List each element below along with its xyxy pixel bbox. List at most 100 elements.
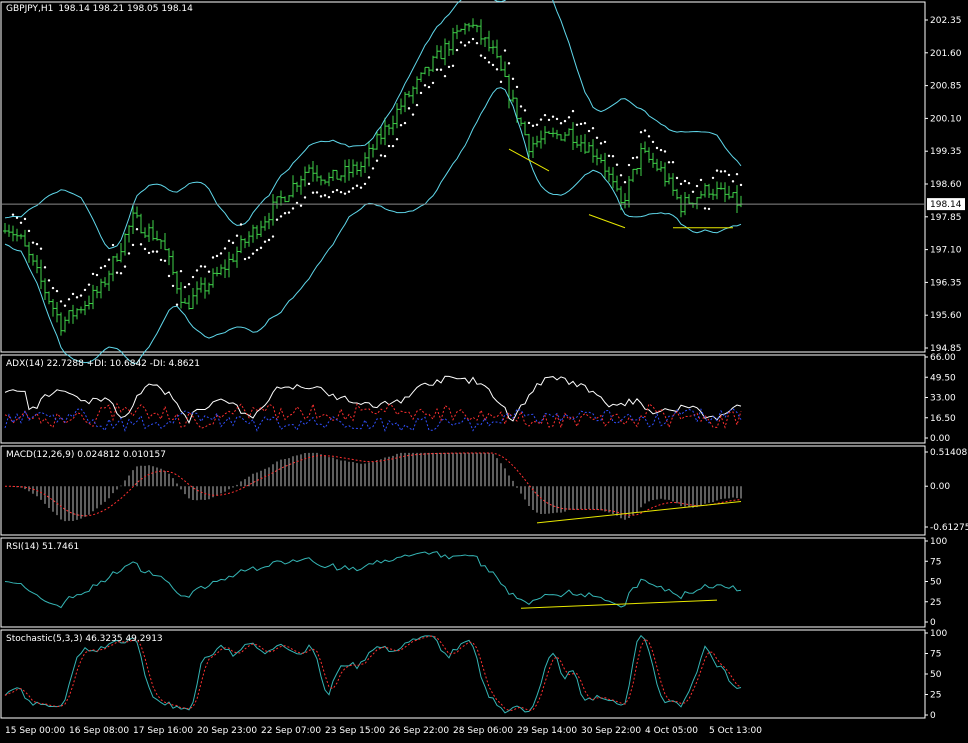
parabolic-sar-dot <box>67 298 71 301</box>
chart-window[interactable]: 202.35 201.60 200.85 200.10 199.35 198.60 197.… <box>0 0 968 739</box>
parabolic-sar-dot <box>23 217 27 221</box>
price-bar <box>551 127 555 138</box>
price-bar <box>331 169 335 181</box>
parabolic-sar-dot <box>495 68 499 71</box>
parabolic-sar-dot <box>531 124 535 128</box>
parabolic-sar-dot <box>31 241 35 244</box>
price-bar <box>735 185 739 213</box>
parabolic-sar-dot <box>59 300 63 303</box>
price-bar <box>323 179 327 185</box>
parabolic-sar-dot <box>367 176 371 179</box>
parabolic-sar-dot <box>111 243 115 247</box>
parabolic-sar-dot <box>79 294 83 297</box>
parabolic-sar-dot <box>683 179 687 183</box>
price-bar <box>51 299 55 317</box>
parabolic-sar-dot <box>407 107 411 110</box>
parabolic-sar-dot <box>631 156 635 160</box>
price-bar <box>695 196 699 210</box>
parabolic-sar-dot <box>423 84 427 87</box>
price-bar <box>211 268 215 288</box>
price-bar <box>447 40 451 56</box>
price-bar <box>279 190 283 206</box>
parabolic-sar-dot <box>195 269 199 272</box>
price-bar <box>555 129 559 140</box>
parabolic-sar-dot <box>571 109 575 113</box>
price-bar <box>407 90 411 98</box>
price-bar <box>639 143 643 177</box>
price-bar <box>327 172 331 187</box>
price-bar <box>187 295 191 310</box>
price-bar <box>531 136 535 158</box>
price-bar <box>263 216 267 231</box>
parabolic-sar-dot <box>523 109 527 112</box>
parabolic-sar-dot <box>615 163 619 166</box>
price-bar <box>387 124 391 136</box>
parabolic-sar-dot <box>191 275 195 279</box>
price-bar <box>143 227 147 239</box>
price-bar <box>183 298 187 304</box>
price-bar <box>347 159 351 181</box>
parabolic-sar-dot <box>51 286 55 290</box>
parabolic-sar-dot <box>511 77 515 81</box>
price-bar <box>167 248 171 266</box>
price-bar <box>135 206 139 219</box>
parabolic-sar-dot <box>19 221 23 224</box>
parabolic-sar-dot <box>723 170 727 173</box>
price-bar <box>259 220 263 237</box>
parabolic-sar-dot <box>283 212 287 215</box>
price-bar <box>415 76 419 95</box>
price-bar <box>703 183 707 198</box>
parabolic-sar-dot <box>247 256 251 259</box>
parabolic-sar-dot <box>303 196 307 199</box>
price-bar <box>595 148 599 166</box>
parabolic-sar-dot <box>587 129 591 133</box>
parabolic-sar-dot <box>343 192 347 195</box>
parabolic-sar-dot <box>239 223 243 226</box>
price-bar <box>159 239 163 250</box>
parabolic-sar-dot <box>579 122 583 126</box>
price-bar <box>371 144 375 158</box>
price-bar <box>79 306 83 314</box>
price-bar <box>479 19 483 45</box>
price-bar <box>399 98 403 115</box>
parabolic-sar-dot <box>143 247 147 251</box>
parabolic-sar-dot <box>199 265 203 268</box>
price-bar <box>71 304 75 324</box>
parabolic-sar-dot <box>155 250 159 253</box>
rsi-line <box>4 551 742 609</box>
parabolic-sar-dot <box>483 56 487 60</box>
price-bar <box>491 40 495 55</box>
parabolic-sar-dot <box>375 159 379 162</box>
parabolic-sar-dot <box>87 283 91 286</box>
price-bar <box>319 175 323 186</box>
x-tick-label: 22 Sep 07:00 <box>261 726 321 736</box>
parabolic-sar-dot <box>639 130 643 134</box>
price-bar <box>355 161 359 175</box>
parabolic-sar-dot <box>311 191 315 194</box>
price-bar <box>287 195 291 203</box>
parabolic-sar-dot <box>11 213 15 216</box>
parabolic-sar-dot <box>151 250 155 253</box>
parabolic-sar-dot <box>463 44 467 47</box>
price-bar <box>663 162 667 187</box>
price-bar <box>203 277 207 299</box>
pane-frames: 202.35 201.60 200.85 200.10 199.35 198.60 197.… <box>0 1 968 736</box>
parabolic-sar-dot <box>103 264 107 268</box>
parabolic-sar-dot <box>227 239 231 243</box>
price-bar <box>255 225 259 240</box>
parabolic-sar-dot <box>671 161 675 164</box>
parabolic-sar-dot <box>231 241 235 245</box>
y-tick-label: 75 <box>930 557 941 567</box>
parabolic-sar-dot <box>735 172 739 176</box>
chart-title: GBPJPY,H1 198.14 198.21 198.05 198.14 <box>6 4 193 14</box>
y-tick-label: 0.00 <box>930 482 950 492</box>
price-bar <box>707 183 711 198</box>
y-tick-label: 50 <box>930 578 942 588</box>
bollinger-lower <box>4 87 742 364</box>
price-bar <box>307 164 311 173</box>
parabolic-sar-dot <box>91 272 95 276</box>
parabolic-sar-dot <box>415 103 419 107</box>
price-bar <box>311 161 315 182</box>
y-tick-label: 199.35 <box>930 147 962 157</box>
price-bar <box>195 281 199 305</box>
